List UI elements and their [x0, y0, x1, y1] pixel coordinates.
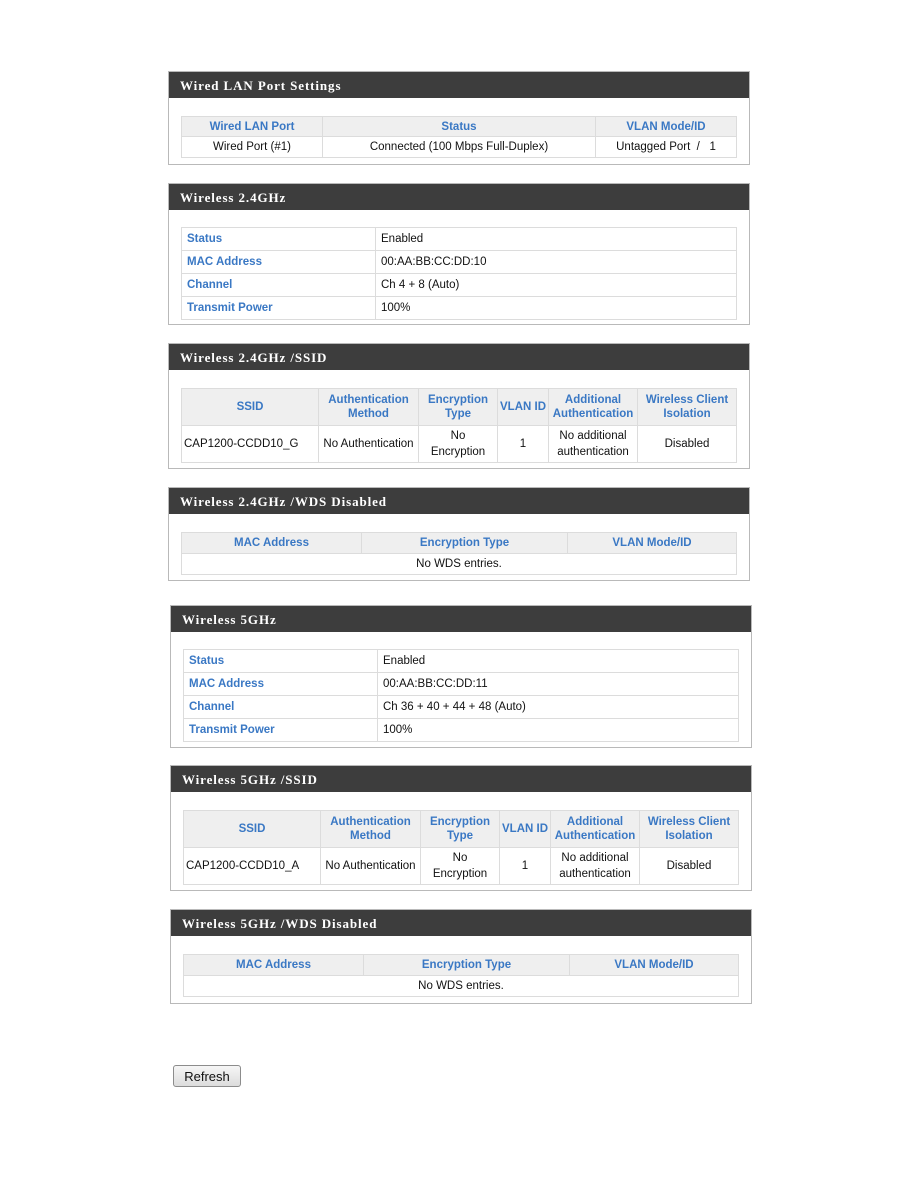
- isolation-cell: Disabled: [639, 847, 739, 885]
- additional-auth-cell: No additional authentication: [548, 425, 638, 463]
- panel-title: Wireless 2.4GHz /WDS Disabled: [169, 488, 749, 514]
- table-row: No WDS entries.: [181, 553, 737, 575]
- column-header: Authentication Method: [318, 388, 419, 426]
- wireless-5-status-table: Status Enabled MAC Address 00:AA:BB:CC:D…: [183, 649, 739, 742]
- column-header: SSID: [181, 388, 319, 426]
- column-header: Encryption Type: [420, 810, 500, 848]
- wireless-24-ssid-table: SSID Authentication Method Encryption Ty…: [181, 388, 737, 463]
- channel-label: Channel: [181, 273, 376, 297]
- panel-title: Wireless 5GHz /WDS Disabled: [171, 910, 751, 936]
- mac-address-value: 00:AA:BB:CC:DD:10: [375, 250, 737, 274]
- empty-message: No WDS entries.: [181, 553, 737, 575]
- column-header: SSID: [183, 810, 321, 848]
- column-header: VLAN Mode/ID: [567, 532, 737, 554]
- panel-title: Wireless 2.4GHz /SSID: [169, 344, 749, 370]
- column-header: VLAN ID: [499, 810, 551, 848]
- column-header: Additional Authentication: [550, 810, 640, 848]
- panel-title: Wireless 5GHz: [171, 606, 751, 632]
- wireless-24-panel: Wireless 2.4GHz Status Enabled MAC Addre…: [168, 183, 750, 325]
- table-header-row: SSID Authentication Method Encryption Ty…: [183, 810, 739, 848]
- column-header: Encryption Type: [418, 388, 498, 426]
- auth-method-cell: No Authentication: [320, 847, 421, 885]
- ssid-cell: CAP1200-CCDD10_G: [181, 425, 319, 463]
- column-header: Status: [322, 116, 596, 137]
- wireless-24-wds-table: MAC Address Encryption Type VLAN Mode/ID…: [181, 532, 737, 575]
- encryption-cell: No Encryption: [418, 425, 498, 463]
- ssid-cell: CAP1200-CCDD10_A: [183, 847, 321, 885]
- table-row: CAP1200-CCDD10_G No Authentication No En…: [181, 425, 737, 463]
- auth-method-cell: No Authentication: [318, 425, 419, 463]
- table-row: MAC Address 00:AA:BB:CC:DD:10: [181, 250, 737, 274]
- isolation-cell: Disabled: [637, 425, 737, 463]
- column-header: Authentication Method: [320, 810, 421, 848]
- column-header: VLAN ID: [497, 388, 549, 426]
- table-header-row: Wired LAN Port Status VLAN Mode/ID: [181, 116, 737, 137]
- wireless-5-wds-panel: Wireless 5GHz /WDS Disabled MAC Address …: [170, 909, 752, 1004]
- channel-label: Channel: [183, 695, 378, 719]
- table-row: Channel Ch 36 + 40 + 44 + 48 (Auto): [183, 695, 739, 719]
- column-header: Wireless Client Isolation: [639, 810, 739, 848]
- refresh-button[interactable]: Refresh: [173, 1065, 241, 1087]
- transmit-power-value: 100%: [375, 296, 737, 320]
- table-header-row: MAC Address Encryption Type VLAN Mode/ID: [183, 954, 739, 976]
- wired-lan-panel: Wired LAN Port Settings Wired LAN Port S…: [168, 71, 750, 165]
- wireless-24-wds-panel: Wireless 2.4GHz /WDS Disabled MAC Addres…: [168, 487, 750, 581]
- table-row: Channel Ch 4 + 8 (Auto): [181, 273, 737, 297]
- table-header-row: SSID Authentication Method Encryption Ty…: [181, 388, 737, 426]
- wired-lan-table: Wired LAN Port Status VLAN Mode/ID Wired…: [181, 116, 737, 158]
- wireless-5-panel: Wireless 5GHz Status Enabled MAC Address…: [170, 605, 752, 748]
- additional-auth-cell: No additional authentication: [550, 847, 640, 885]
- transmit-power-label: Transmit Power: [181, 296, 376, 320]
- column-header: VLAN Mode/ID: [569, 954, 739, 976]
- wireless-5-wds-table: MAC Address Encryption Type VLAN Mode/ID…: [183, 954, 739, 997]
- status-value: Enabled: [377, 649, 739, 673]
- vlan-id-cell: 1: [499, 847, 551, 885]
- channel-value: Ch 4 + 8 (Auto): [375, 273, 737, 297]
- panel-title: Wireless 2.4GHz: [169, 184, 749, 210]
- table-row: Status Enabled: [183, 649, 739, 673]
- port-cell: Wired Port (#1): [181, 136, 323, 158]
- status-value: Enabled: [375, 227, 737, 251]
- transmit-power-value: 100%: [377, 718, 739, 742]
- column-header: Additional Authentication: [548, 388, 638, 426]
- column-header: Encryption Type: [361, 532, 568, 554]
- column-header: VLAN Mode/ID: [595, 116, 737, 137]
- mac-address-label: MAC Address: [183, 672, 378, 696]
- mac-address-value: 00:AA:BB:CC:DD:11: [377, 672, 739, 696]
- status-cell: Connected (100 Mbps Full-Duplex): [322, 136, 596, 158]
- vlan-cell: Untagged Port / 1: [595, 136, 737, 158]
- column-header: Wireless Client Isolation: [637, 388, 737, 426]
- column-header: Wired LAN Port: [181, 116, 323, 137]
- panel-title: Wired LAN Port Settings: [169, 72, 749, 98]
- wireless-5-ssid-panel: Wireless 5GHz /SSID SSID Authentication …: [170, 765, 752, 891]
- mac-address-label: MAC Address: [181, 250, 376, 274]
- table-row: No WDS entries.: [183, 975, 739, 997]
- vlan-id-cell: 1: [497, 425, 549, 463]
- channel-value: Ch 36 + 40 + 44 + 48 (Auto): [377, 695, 739, 719]
- table-row: MAC Address 00:AA:BB:CC:DD:11: [183, 672, 739, 696]
- wireless-24-ssid-panel: Wireless 2.4GHz /SSID SSID Authenticatio…: [168, 343, 750, 469]
- column-header: MAC Address: [181, 532, 362, 554]
- table-row: Wired Port (#1) Connected (100 Mbps Full…: [181, 136, 737, 158]
- wireless-5-ssid-table: SSID Authentication Method Encryption Ty…: [183, 810, 739, 885]
- table-row: Status Enabled: [181, 227, 737, 251]
- column-header: Encryption Type: [363, 954, 570, 976]
- encryption-cell: No Encryption: [420, 847, 500, 885]
- status-label: Status: [181, 227, 376, 251]
- table-row: CAP1200-CCDD10_A No Authentication No En…: [183, 847, 739, 885]
- table-row: Transmit Power 100%: [181, 296, 737, 320]
- table-row: Transmit Power 100%: [183, 718, 739, 742]
- empty-message: No WDS entries.: [183, 975, 739, 997]
- table-header-row: MAC Address Encryption Type VLAN Mode/ID: [181, 532, 737, 554]
- wireless-24-status-table: Status Enabled MAC Address 00:AA:BB:CC:D…: [181, 227, 737, 320]
- transmit-power-label: Transmit Power: [183, 718, 378, 742]
- panel-title: Wireless 5GHz /SSID: [171, 766, 751, 792]
- column-header: MAC Address: [183, 954, 364, 976]
- status-label: Status: [183, 649, 378, 673]
